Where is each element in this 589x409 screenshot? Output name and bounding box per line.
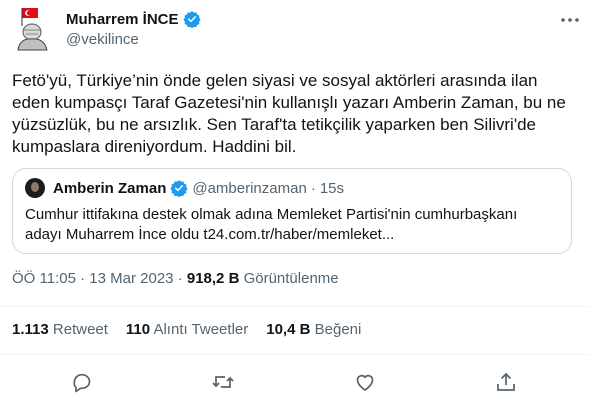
quoted-tweet-header: Amberin Zaman @amberinzaman · 15s: [25, 178, 344, 198]
author-avatar[interactable]: [12, 6, 52, 52]
retweet-icon[interactable]: [211, 370, 235, 394]
quoted-author-name: Amberin Zaman: [53, 179, 167, 197]
likes-label: Beğeni: [314, 321, 362, 338]
quotes-stat[interactable]: 110 Alıntı Tweetler: [126, 321, 248, 338]
divider: [0, 306, 589, 307]
like-heart-icon[interactable]: [353, 370, 377, 394]
quoted-author-avatar: [25, 178, 45, 198]
reply-icon[interactable]: [70, 370, 94, 394]
verified-badge-icon: [170, 179, 188, 198]
quoted-tweet-text: Cumhur ittifakına destek olmak adına Mem…: [25, 206, 518, 243]
author-display-name[interactable]: Muharrem İNCE: [66, 11, 179, 28]
separator-dot: ·: [310, 179, 316, 197]
views-count: 918,2 B: [186, 270, 240, 287]
quoted-tweet-time: 15s: [319, 179, 344, 197]
seal-avatar-icon: [17, 8, 48, 51]
views-label: Görüntülenme: [243, 270, 339, 287]
divider: [0, 354, 589, 355]
tweet-text: Fetö'yü, Türkiye’nin önde gelen siyasi v…: [12, 71, 566, 156]
quoted-author-handle: @amberinzaman: [192, 179, 307, 197]
share-icon[interactable]: [494, 370, 518, 394]
engagement-stats: 1.113 Retweet 110 Alıntı Tweetler 10,4 B…: [12, 321, 361, 338]
quotes-count: 110: [125, 321, 151, 338]
tweet-card: Muharrem İNCE @vekilince Fetö'yü, Türkiy…: [0, 0, 589, 409]
quotes-label: Alıntı Tweetler: [153, 321, 249, 338]
likes-stat[interactable]: 10,4 B Beğeni: [266, 321, 361, 338]
author-handle[interactable]: @vekilince: [66, 31, 139, 48]
separator-dot: ·: [80, 270, 86, 287]
quoted-tweet[interactable]: Amberin Zaman @amberinzaman · 15s Cumhur…: [12, 168, 572, 254]
tweet-date[interactable]: 13 Mar 2023: [89, 270, 173, 287]
retweets-label: Retweet: [52, 321, 108, 338]
retweets-stat[interactable]: 1.113 Retweet: [12, 321, 108, 338]
retweets-count: 1.113: [12, 321, 49, 338]
tweet-time[interactable]: ÖÖ 11:05: [12, 270, 76, 287]
more-options-icon[interactable]: [558, 12, 582, 28]
verified-badge-icon: [182, 10, 201, 29]
tweet-meta: ÖÖ 11:05 · 13 Mar 2023 · 918,2 B Görüntü…: [12, 270, 339, 287]
action-bar: [0, 368, 589, 396]
separator-dot: ·: [177, 270, 183, 287]
likes-count: 10,4 B: [266, 321, 311, 338]
author-name-row[interactable]: Muharrem İNCE: [66, 10, 201, 29]
